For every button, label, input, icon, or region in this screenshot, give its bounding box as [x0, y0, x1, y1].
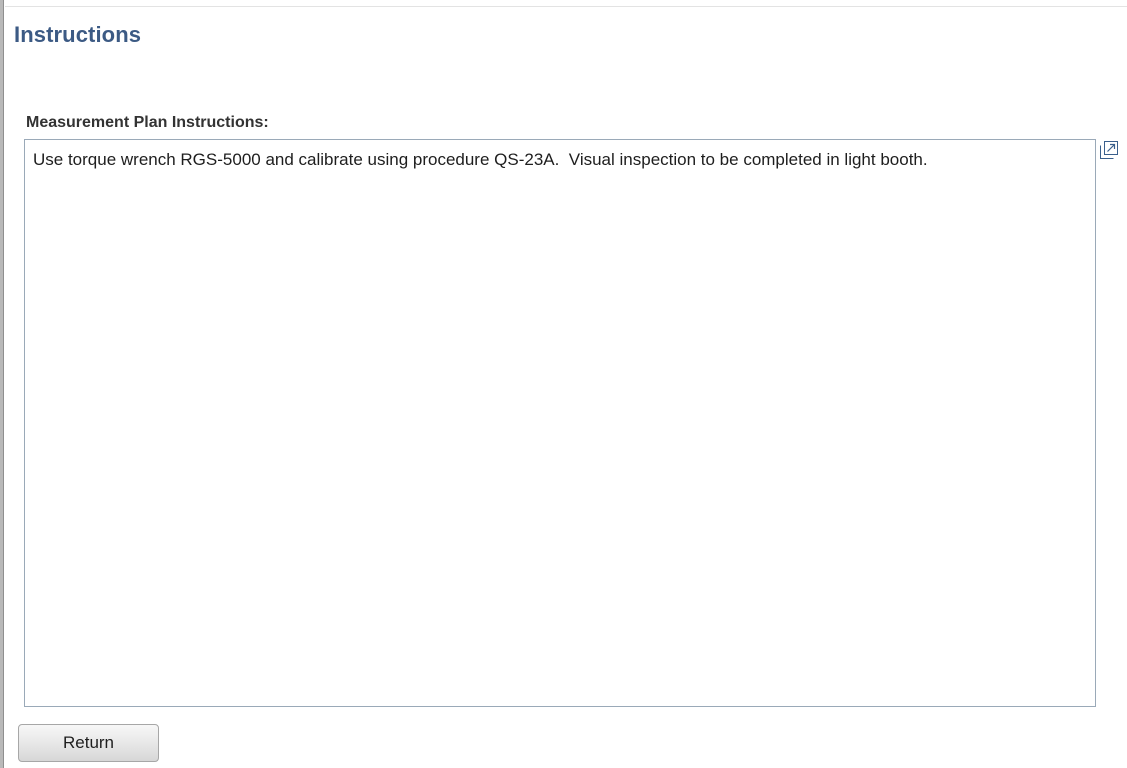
expand-icon-graphic — [1100, 141, 1118, 159]
page-title: Instructions — [14, 22, 142, 47]
return-button[interactable]: Return — [18, 724, 159, 762]
expand-icon[interactable] — [1098, 139, 1120, 161]
measurement-plan-instructions-field[interactable]: Use torque wrench RGS-5000 and calibrate… — [24, 139, 1096, 707]
measurement-plan-instructions-label: Measurement Plan Instructions: — [26, 114, 269, 131]
page-left-border — [0, 0, 4, 768]
page-top-divider — [5, 6, 1127, 7]
